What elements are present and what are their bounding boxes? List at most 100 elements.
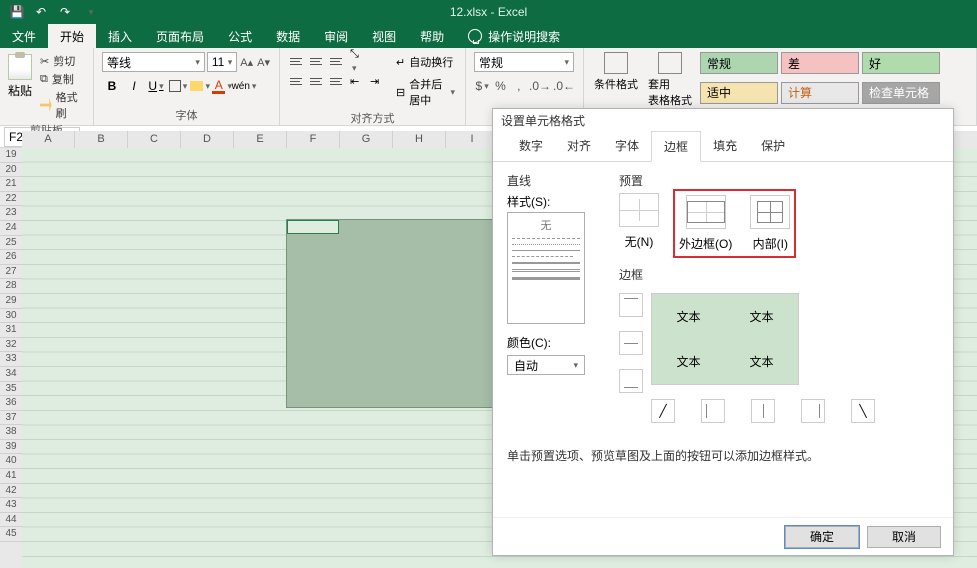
column-header[interactable]: F [287,131,340,148]
row-header[interactable]: 28 [0,279,22,294]
currency-button[interactable]: $▾ [474,76,490,96]
row-header[interactable]: 30 [0,309,22,324]
align-left-button[interactable] [288,72,306,90]
tab-file[interactable]: 文件 [0,24,48,48]
preset-none-button[interactable]: 无(N) [619,193,659,254]
border-vmiddle-button[interactable] [751,399,775,423]
line-style-dash[interactable] [512,238,580,239]
tab-insert[interactable]: 插入 [96,24,144,48]
column-header[interactable]: H [393,131,446,148]
qat-dropdown-icon[interactable]: ▾ [84,5,98,19]
row-header[interactable]: 31 [0,323,22,338]
style-bad[interactable]: 差 [781,52,859,74]
tab-layout[interactable]: 页面布局 [144,24,216,48]
row-header[interactable]: 33 [0,352,22,367]
row-header[interactable]: 45 [0,527,22,542]
fill-color-button[interactable]: ▾ [190,76,210,96]
column-header[interactable]: G [340,131,393,148]
column-header[interactable]: C [128,131,181,148]
ok-button[interactable]: 确定 [785,526,859,548]
undo-icon[interactable]: ↶ [34,5,48,19]
border-diag-down-button[interactable]: ╲ [851,399,875,423]
style-neutral[interactable]: 适中 [700,82,778,104]
dlg-tab-protect[interactable]: 保护 [749,131,797,161]
row-header[interactable]: 36 [0,396,22,411]
number-format-select[interactable]: 常规▾ [474,52,574,72]
dlg-tab-align[interactable]: 对齐 [555,131,603,161]
style-check[interactable]: 检查单元格 [862,82,940,104]
border-button[interactable]: ▾ [168,76,188,96]
column-header[interactable]: B [75,131,128,148]
row-header[interactable]: 32 [0,338,22,353]
tab-help[interactable]: 帮助 [408,24,456,48]
preset-inner-button[interactable]: 内部(I) [750,195,790,252]
tell-me[interactable]: 操作说明搜索 [456,24,560,48]
line-style-thin[interactable] [512,250,580,251]
bold-button[interactable]: B [102,76,122,96]
row-header[interactable]: 43 [0,498,22,513]
format-table-button[interactable]: 套用 表格格式 [646,52,694,108]
tab-review[interactable]: 审阅 [312,24,360,48]
format-painter-button[interactable]: 格式刷 [38,88,85,122]
row-header[interactable]: 19 [0,148,22,163]
copy-button[interactable]: ⧉复制 [38,70,85,88]
cancel-button[interactable]: 取消 [867,526,941,548]
phonetic-button[interactable]: wén▾ [234,76,254,96]
increase-decimal-button[interactable]: .0→ [529,76,551,96]
dlg-tab-fill[interactable]: 填充 [701,131,749,161]
percent-button[interactable]: % [492,76,508,96]
align-middle-button[interactable] [308,52,326,70]
tab-data[interactable]: 数据 [264,24,312,48]
border-right-button[interactable] [801,399,825,423]
font-size-select[interactable]: 11▾ [207,52,237,72]
border-bottom-button[interactable] [619,369,643,393]
italic-button[interactable]: I [124,76,144,96]
dlg-tab-border[interactable]: 边框 [651,131,701,162]
column-header[interactable]: D [181,131,234,148]
decrease-font-button[interactable]: A▾ [256,52,271,72]
row-header[interactable]: 39 [0,440,22,455]
row-header[interactable]: 21 [0,177,22,192]
line-style-picker[interactable]: 无 [507,212,585,324]
column-header[interactable]: A [22,131,75,148]
cell-styles-gallery[interactable]: 常规 差 好 适中 计算 检查单元格 [700,52,950,108]
orientation-button[interactable]: ⤡▾ [348,52,366,70]
save-icon[interactable]: 💾 [10,5,24,19]
align-center-button[interactable] [308,72,326,90]
row-header[interactable]: 27 [0,265,22,280]
merge-center-button[interactable]: ⊟合并后居中▾ [394,74,457,110]
tab-formulas[interactable]: 公式 [216,24,264,48]
decrease-decimal-button[interactable]: .0← [553,76,575,96]
row-header[interactable]: 24 [0,221,22,236]
conditional-format-button[interactable]: 条件格式 [592,52,640,108]
font-color-button[interactable]: A▾ [212,76,232,96]
border-hmiddle-button[interactable] [619,331,643,355]
border-left-button[interactable] [701,399,725,423]
dlg-tab-number[interactable]: 数字 [507,131,555,161]
align-bottom-button[interactable] [328,52,346,70]
comma-button[interactable]: , [511,76,527,96]
column-header[interactable]: E [234,131,287,148]
row-header[interactable]: 35 [0,382,22,397]
line-style-thick[interactable] [512,277,580,280]
row-header[interactable]: 38 [0,425,22,440]
row-header[interactable]: 40 [0,454,22,469]
line-style-medium[interactable] [512,262,580,264]
tab-view[interactable]: 视图 [360,24,408,48]
align-right-button[interactable] [328,72,346,90]
underline-button[interactable]: U▾ [146,76,166,96]
row-header[interactable]: 22 [0,192,22,207]
style-good[interactable]: 好 [862,52,940,74]
row-header[interactable]: 20 [0,163,22,178]
line-style-dash2[interactable] [512,256,573,257]
row-header[interactable]: 34 [0,367,22,382]
decrease-indent-button[interactable]: ⇤ [348,72,366,90]
line-color-select[interactable]: 自动▾ [507,355,585,375]
tab-home[interactable]: 开始 [48,24,96,48]
border-diag-up-button[interactable]: ╱ [651,399,675,423]
style-calc[interactable]: 计算 [781,82,859,104]
font-name-select[interactable]: 等线▾ [102,52,205,72]
row-header[interactable]: 23 [0,206,22,221]
row-header[interactable]: 44 [0,513,22,528]
dlg-tab-font[interactable]: 字体 [603,131,651,161]
